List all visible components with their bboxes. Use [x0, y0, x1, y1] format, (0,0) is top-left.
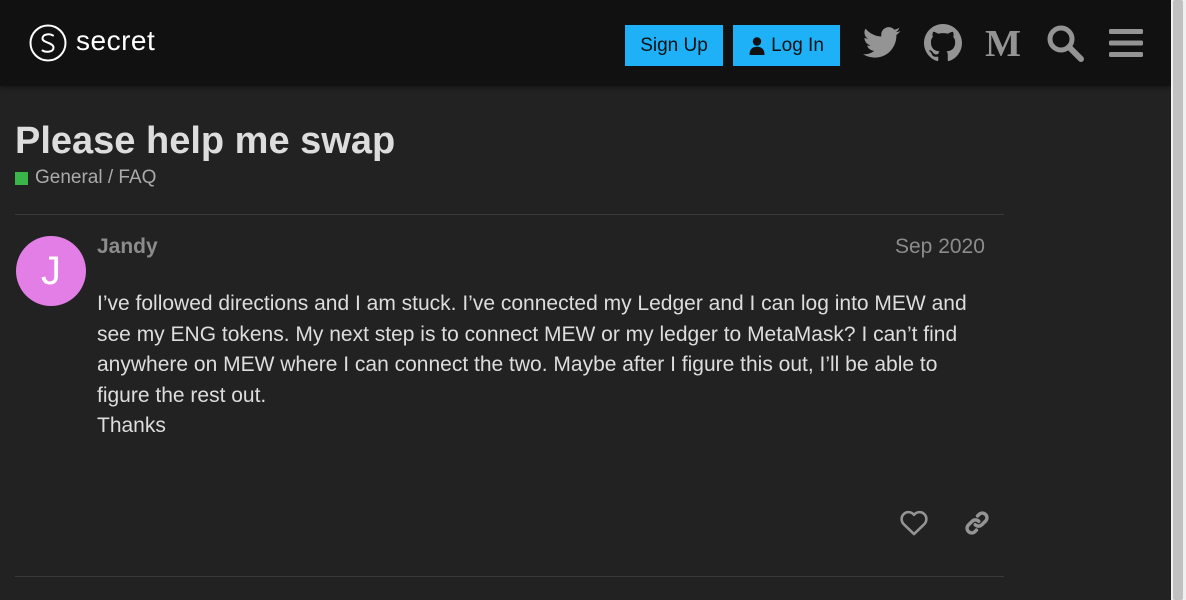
log-in-button[interactable]: Log In — [733, 25, 840, 66]
link-icon — [965, 511, 989, 535]
category-color-swatch — [15, 171, 28, 185]
post-body-text: I’ve followed directions and I am stuck.… — [97, 292, 967, 407]
divider — [15, 576, 1004, 577]
user-icon — [749, 36, 765, 55]
svg-text:M: M — [985, 26, 1021, 60]
post-body: I’ve followed directions and I am stuck.… — [97, 289, 977, 442]
like-button[interactable] — [896, 505, 932, 541]
post-closing: Thanks — [97, 414, 166, 438]
log-in-label: Log In — [771, 34, 824, 56]
share-link-button[interactable] — [959, 505, 995, 541]
logo-text: secret — [76, 25, 156, 56]
avatar[interactable]: J — [16, 236, 86, 306]
twitter-icon[interactable] — [861, 22, 903, 64]
github-icon[interactable] — [922, 22, 964, 64]
post-date[interactable]: Sep 2020 — [895, 235, 985, 259]
site-logo[interactable]: secret — [29, 24, 155, 62]
category-badge[interactable]: General / FAQ — [15, 167, 156, 189]
scrollbar-thumb[interactable] — [1173, 0, 1183, 600]
sign-up-button[interactable]: Sign Up — [625, 25, 723, 66]
category-label: General / FAQ — [35, 167, 157, 188]
post-username[interactable]: Jandy — [97, 235, 158, 259]
divider — [15, 214, 1004, 215]
secret-logo-icon — [29, 24, 67, 62]
medium-icon[interactable]: M — [982, 22, 1024, 64]
topic-title[interactable]: Please help me swap — [15, 120, 395, 163]
heart-icon — [900, 510, 928, 536]
search-icon[interactable] — [1044, 22, 1086, 64]
menu-icon[interactable] — [1105, 22, 1147, 64]
site-header: secret Sign Up Log In M — [0, 0, 1171, 86]
